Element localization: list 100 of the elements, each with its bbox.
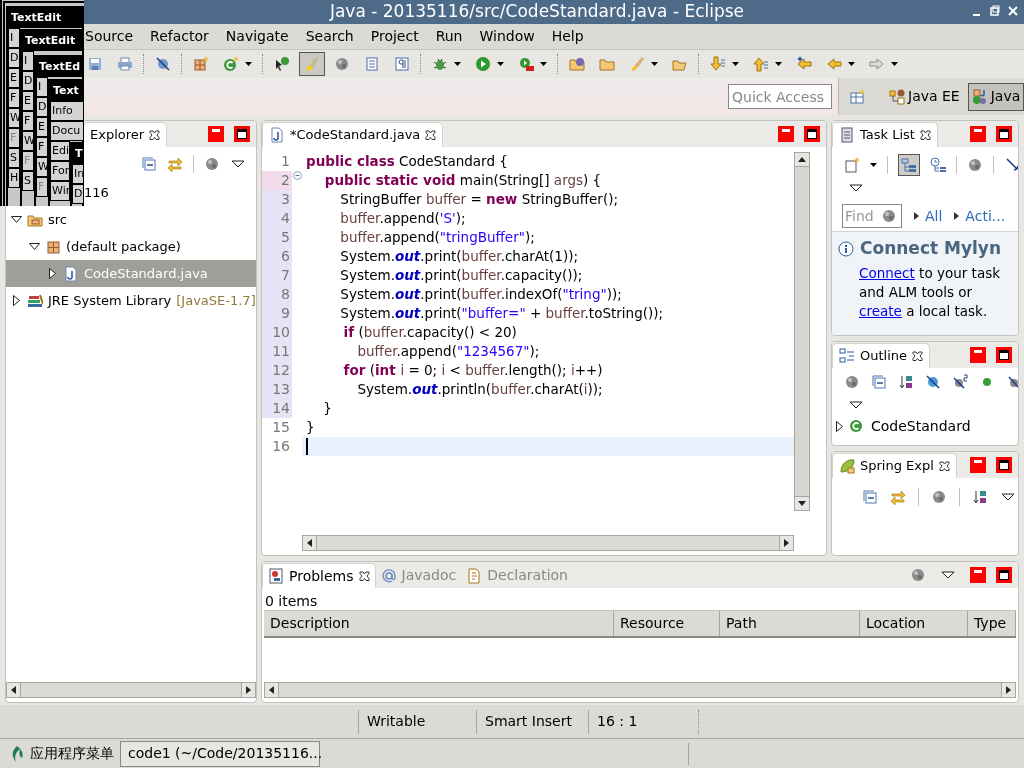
horizontal-scrollbar[interactable] <box>264 682 1016 698</box>
caret-icon[interactable] <box>848 62 855 66</box>
view-tab[interactable]: Explorer <box>83 122 168 147</box>
scroll-right-icon[interactable] <box>784 539 789 547</box>
horizontal-scrollbar[interactable] <box>302 535 794 551</box>
minimize-button[interactable] <box>970 347 986 363</box>
caret-icon[interactable] <box>870 163 877 167</box>
find-field[interactable]: Find <box>842 204 902 228</box>
menu-button[interactable]: E <box>8 68 20 88</box>
menu-item[interactable]: Help <box>551 26 584 47</box>
link[interactable]: Connect <box>859 264 915 281</box>
menu-button[interactable]: S <box>22 171 34 191</box>
caret-icon[interactable] <box>540 62 547 66</box>
horizontal-scrollbar[interactable] <box>6 682 256 698</box>
scroll-right-icon[interactable] <box>1006 686 1011 694</box>
menu-button[interactable]: Wir <box>50 181 70 201</box>
collapse-arrow-icon[interactable] <box>836 420 843 432</box>
column-header[interactable]: Type <box>968 611 1016 636</box>
restore-icon[interactable] <box>990 5 1000 17</box>
menu-item[interactable]: Refactor <box>150 26 209 47</box>
maximize-button[interactable] <box>996 347 1012 363</box>
collapse-icon[interactable] <box>871 374 887 390</box>
menu-button[interactable]: E <box>36 117 48 137</box>
menu-button[interactable]: In <box>72 164 84 184</box>
menu-item[interactable]: Project <box>370 26 419 47</box>
view-tab[interactable]: Problems <box>262 563 376 588</box>
blob-icon[interactable] <box>881 208 897 224</box>
blob-icon[interactable] <box>910 567 926 583</box>
menu-item[interactable]: Source <box>85 26 134 47</box>
collapse-icon[interactable] <box>862 489 878 505</box>
taskbar-button[interactable]: code1 (~/Code/20135116... <box>120 740 320 767</box>
tree-item[interactable]: src <box>6 206 256 233</box>
vertical-scrollbar[interactable] <box>794 152 810 511</box>
expand-arrow-icon[interactable] <box>914 212 919 220</box>
minimize-button[interactable] <box>970 457 986 473</box>
tree-item[interactable]: 116 <box>84 179 256 206</box>
menu-button[interactable]: I <box>22 51 34 71</box>
view-tab[interactable]: *CodeStandard.java <box>262 122 444 147</box>
caret-icon[interactable] <box>245 62 252 66</box>
link-arrows-icon[interactable] <box>890 489 906 505</box>
maximize-button[interactable] <box>804 126 820 142</box>
menu-button[interactable]: D <box>22 71 34 91</box>
blob-icon[interactable] <box>844 374 860 390</box>
menu-button[interactable]: H <box>8 168 20 188</box>
menu-item[interactable]: Window <box>479 26 535 47</box>
maximize-button[interactable] <box>996 126 1012 142</box>
perspective-button[interactable]: Java <box>967 82 1024 111</box>
menu-item[interactable]: Search <box>305 26 354 47</box>
link-arrows-icon[interactable] <box>167 156 183 172</box>
scroll-up-icon[interactable] <box>798 157 806 162</box>
menu-button[interactable]: F <box>22 111 34 131</box>
caret-icon[interactable] <box>775 62 782 66</box>
collapse-arrow-icon[interactable] <box>12 295 20 306</box>
scheduled-list-icon[interactable] <box>930 157 946 173</box>
minimize-button[interactable] <box>208 126 224 142</box>
view-tab[interactable]: Task List <box>832 122 938 147</box>
expand-arrow-icon[interactable] <box>954 212 960 220</box>
minimize-button[interactable] <box>970 567 986 583</box>
sort-icon[interactable] <box>898 374 914 390</box>
caret-icon[interactable] <box>732 62 739 66</box>
find-field[interactable]: Find <box>843 206 881 226</box>
link[interactable]: create <box>859 302 902 319</box>
sort-icon[interactable] <box>972 489 988 505</box>
close-icon[interactable] <box>149 129 161 141</box>
expand-arrow-icon[interactable] <box>28 243 40 250</box>
caret-icon[interactable] <box>651 62 658 66</box>
column-header[interactable]: Description <box>264 611 614 636</box>
close-icon[interactable] <box>358 570 370 582</box>
perspective-button[interactable]: Java EE <box>885 82 964 111</box>
menu-button[interactable]: I <box>36 77 48 97</box>
tree-item[interactable]: JRE System Library [JavaSE-1.7] <box>6 287 256 314</box>
blob-icon[interactable] <box>931 489 947 505</box>
tree-item[interactable]: (default package) <box>6 233 256 260</box>
caret-icon[interactable] <box>891 62 898 66</box>
column-header[interactable]: Resource <box>614 611 720 636</box>
menu-button[interactable]: For <box>50 161 70 181</box>
menu-button[interactable]: F <box>36 137 48 157</box>
slashed-circle-icon[interactable] <box>925 374 941 390</box>
start-menu-button[interactable]: 应用程序菜单 <box>8 740 116 767</box>
column-header[interactable]: Path <box>720 611 860 636</box>
view-tab[interactable]: Spring Expl <box>832 453 957 478</box>
menu-button[interactable]: D <box>8 48 20 68</box>
fold-icon[interactable] <box>292 171 302 180</box>
scroll-left-icon[interactable] <box>11 686 16 694</box>
tree-item[interactable]: CodeStandard <box>832 416 1018 436</box>
minimize-button[interactable] <box>970 126 986 142</box>
filter-link[interactable]: Acti... <box>954 205 1006 227</box>
menu-button[interactable]: Docu <box>50 121 84 141</box>
close-icon[interactable] <box>938 460 950 472</box>
slashed-dot-icon[interactable] <box>1006 374 1018 390</box>
filter-link[interactable]: All <box>914 205 943 227</box>
maximize-button[interactable] <box>234 126 250 142</box>
close-icon[interactable] <box>425 129 437 141</box>
caret-icon[interactable] <box>454 62 461 66</box>
menu-item[interactable]: Navigate <box>225 26 289 47</box>
menu-button[interactable]: F <box>8 88 20 108</box>
menu-button[interactable]: Edi <box>50 141 70 161</box>
view-tab[interactable]: Outline <box>832 343 931 368</box>
minimize-button[interactable] <box>778 126 794 142</box>
column-header[interactable]: Location <box>860 611 968 636</box>
